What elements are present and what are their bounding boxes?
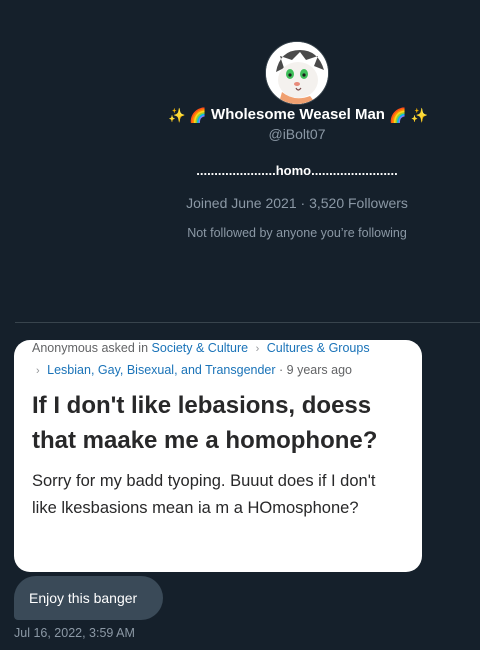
asked-prefix: Anonymous asked in xyxy=(32,341,149,355)
weasel-avatar-icon xyxy=(266,42,328,104)
question-age: · 9 years ago xyxy=(279,363,352,377)
chevron-right-icon: › xyxy=(255,343,260,355)
topic-link-cultures[interactable]: Cultures & Groups xyxy=(267,341,370,355)
question-body: Sorry for my badd tyoping. Buuut does if… xyxy=(32,472,376,517)
avatar[interactable] xyxy=(265,41,329,105)
rainbow-sparkle-emoji: 🌈 ✨ xyxy=(389,107,428,124)
topic-link-lgbt[interactable]: Lesbian, Gay, Bisexual, and Transgender xyxy=(47,363,275,377)
bio-text: ......................homo..............… xyxy=(196,163,398,178)
joined-followers: Joined June 2021 · 3,520 Followers xyxy=(186,195,408,211)
profile-header: ✨ 🌈 Wholesome Weasel Man 🌈 ✨ @iBolt07 ..… xyxy=(0,0,480,322)
asked-line: Anonymous asked in Society & Culture › C… xyxy=(32,340,370,357)
followed-by-text: Not followed by anyone you’re following xyxy=(187,226,407,240)
topic-link-society[interactable]: Society & Culture xyxy=(152,341,249,355)
question-title: If I don't like lebasions, doess that ma… xyxy=(32,392,378,454)
asked-line-2: › Lesbian, Gay, Bisexual, and Transgende… xyxy=(36,362,352,379)
chevron-right-icon: › xyxy=(36,365,40,377)
user-handle[interactable]: @iBolt07 xyxy=(0,126,480,142)
message-bubble[interactable]: Enjoy this banger xyxy=(14,576,163,620)
message-timestamp: Jul 16, 2022, 3:59 AM xyxy=(14,626,135,640)
divider xyxy=(15,322,480,323)
question-card[interactable]: Anonymous asked in Society & Culture › C… xyxy=(14,340,422,572)
sparkle-rainbow-emoji: ✨ 🌈 xyxy=(168,107,207,124)
display-name-text: Wholesome Weasel Man xyxy=(211,106,385,123)
display-name: ✨ 🌈 Wholesome Weasel Man 🌈 ✨ xyxy=(160,103,436,127)
